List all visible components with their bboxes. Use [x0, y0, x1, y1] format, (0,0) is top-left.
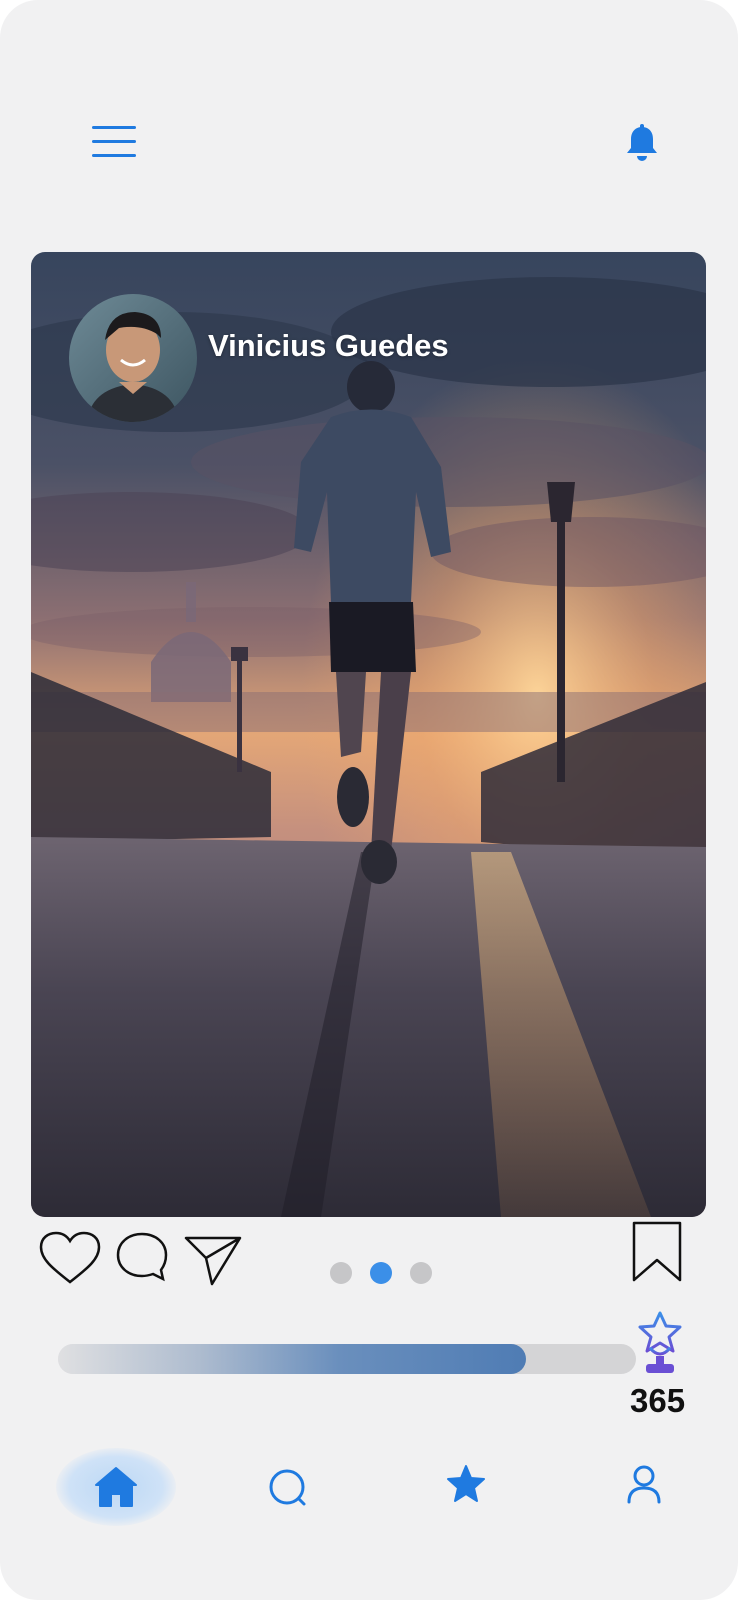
bottom-navigation [0, 1440, 738, 1560]
bell-icon [627, 124, 657, 161]
carousel-dot[interactable] [410, 1262, 432, 1284]
comment-button[interactable] [114, 1230, 170, 1284]
heart-icon [39, 1231, 101, 1284]
home-icon [95, 1467, 137, 1507]
like-button[interactable] [38, 1230, 102, 1286]
carousel-dot-active[interactable] [370, 1262, 392, 1284]
top-bar [0, 0, 738, 240]
trophy-star-icon [638, 1311, 682, 1373]
nav-profile[interactable] [584, 1440, 704, 1540]
share-button[interactable] [182, 1232, 244, 1288]
notifications-button[interactable] [624, 124, 660, 164]
bookmark-icon [632, 1221, 682, 1282]
carousel-dot[interactable] [330, 1262, 352, 1284]
app-screen: Vinicius Guedes 365 [0, 0, 738, 1600]
user-icon [627, 1465, 661, 1504]
star-icon [447, 1465, 485, 1502]
nav-home[interactable] [56, 1440, 176, 1540]
search-icon [269, 1469, 306, 1506]
save-button[interactable] [630, 1220, 684, 1284]
nav-favorites[interactable] [406, 1440, 526, 1540]
post-author-name[interactable]: Vinicius Guedes [208, 328, 449, 364]
post-card: Vinicius Guedes [31, 252, 706, 1217]
comment-bubble-icon [116, 1232, 168, 1282]
nav-search[interactable] [230, 1440, 350, 1540]
paper-plane-icon [184, 1236, 242, 1286]
streak-progress-fill [58, 1344, 526, 1374]
menu-button[interactable] [92, 124, 136, 160]
carousel-indicator [330, 1262, 436, 1284]
streak-count: 365 [630, 1382, 686, 1419]
author-avatar[interactable] [69, 294, 197, 422]
streak-progress-bar [58, 1344, 636, 1374]
